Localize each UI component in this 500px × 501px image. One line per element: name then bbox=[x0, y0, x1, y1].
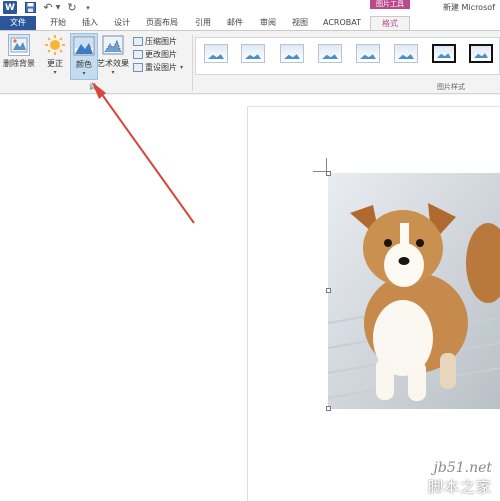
word-logo-icon[interactable]: W bbox=[3, 1, 17, 14]
picture-style-thumbnail[interactable] bbox=[280, 44, 304, 63]
remove-background-icon bbox=[8, 34, 30, 56]
reset-picture-icon bbox=[133, 63, 143, 72]
compress-pictures-label: 压缩图片 bbox=[145, 37, 177, 46]
color-button[interactable]: 颜色 ▾ bbox=[70, 33, 98, 80]
tab-references[interactable]: 引用 bbox=[189, 16, 217, 30]
change-picture-button[interactable]: 更改图片 bbox=[133, 48, 183, 61]
tab-review[interactable]: 审阅 bbox=[254, 16, 282, 30]
redo-icon[interactable]: ↻ bbox=[66, 1, 78, 14]
corrections-button[interactable]: 更正 ▾ bbox=[44, 34, 66, 76]
color-icon bbox=[73, 35, 95, 57]
tab-acrobat[interactable]: ACROBAT bbox=[319, 16, 365, 30]
tab-design[interactable]: 设计 bbox=[108, 16, 136, 30]
undo-dropdown-icon[interactable]: ▼ bbox=[55, 1, 61, 14]
corrections-dropdown-icon: ▾ bbox=[53, 69, 57, 76]
corrections-label: 更正 bbox=[47, 59, 63, 68]
tab-view[interactable]: 视图 bbox=[286, 16, 314, 30]
change-picture-icon bbox=[133, 50, 143, 59]
color-dropdown-icon: ▾ bbox=[82, 70, 86, 77]
artistic-effects-icon bbox=[102, 34, 124, 56]
tab-page-layout[interactable]: 页面布局 bbox=[141, 16, 183, 30]
tab-format[interactable]: 格式 bbox=[370, 16, 410, 31]
tab-home[interactable]: 开始 bbox=[44, 16, 72, 30]
change-picture-label: 更改图片 bbox=[145, 50, 177, 59]
document-title: 新建 Microsof bbox=[443, 3, 495, 12]
corrections-icon bbox=[44, 34, 66, 56]
save-icon[interactable] bbox=[24, 1, 36, 14]
reset-picture-dropdown-icon[interactable]: ▾ bbox=[180, 64, 183, 71]
watermark: jb51.net 脚本之家 bbox=[428, 460, 492, 497]
watermark-text: 脚本之家 bbox=[428, 478, 493, 496]
page-corner-mark bbox=[313, 171, 326, 172]
compress-pictures-icon bbox=[133, 37, 143, 46]
picture-commands: 压缩图片 更改图片 重设图片 ▾ bbox=[133, 35, 183, 74]
resize-handle[interactable] bbox=[326, 406, 331, 411]
picture-style-thumbnail[interactable] bbox=[469, 44, 493, 63]
ribbon: 删除背景 更正 ▾ 颜色 ▾ 艺术效果 ▾ 压缩图片 更改图片 重设图片 ▾ 调… bbox=[0, 30, 500, 94]
picture-style-thumbnail[interactable] bbox=[394, 44, 418, 63]
tab-file[interactable]: 文件 bbox=[0, 16, 36, 30]
artistic-effects-button[interactable]: 艺术效果 ▾ bbox=[97, 34, 129, 76]
ribbon-tab-row: 文件 开始 插入 设计 页面布局 引用 邮件 审阅 视图 ACROBAT 格式 bbox=[0, 16, 500, 31]
reset-picture-label: 重设图片 bbox=[145, 63, 177, 72]
customize-toolbar-icon[interactable]: ▾ bbox=[84, 1, 92, 14]
watermark-url: jb51.net bbox=[433, 460, 493, 476]
picture-style-thumbnail[interactable] bbox=[432, 44, 456, 63]
picture-styles-gallery bbox=[195, 37, 500, 75]
resize-handle[interactable] bbox=[326, 288, 331, 293]
picture-styles-group-label: 图片样式 bbox=[437, 83, 465, 91]
picture-style-thumbnail[interactable] bbox=[204, 44, 228, 63]
remove-background-label: 删除背景 bbox=[3, 59, 35, 68]
picture-style-thumbnail[interactable] bbox=[318, 44, 342, 63]
resize-handle[interactable] bbox=[326, 171, 331, 176]
page-left-edge bbox=[247, 106, 248, 501]
picture-style-thumbnail[interactable] bbox=[241, 44, 265, 63]
tab-mailings[interactable]: 邮件 bbox=[221, 16, 249, 30]
group-separator bbox=[192, 35, 193, 91]
color-label: 颜色 bbox=[76, 60, 92, 69]
page-top-edge bbox=[247, 106, 500, 107]
picture-style-thumbnail[interactable] bbox=[356, 44, 380, 63]
reset-picture-button[interactable]: 重设图片 ▾ bbox=[133, 61, 183, 74]
artistic-effects-dropdown-icon: ▾ bbox=[111, 69, 115, 76]
selected-picture[interactable] bbox=[328, 173, 500, 409]
page-corner-mark bbox=[326, 158, 327, 171]
tab-insert[interactable]: 插入 bbox=[76, 16, 104, 30]
remove-background-button[interactable]: 删除背景 bbox=[3, 34, 35, 69]
artistic-effects-label: 艺术效果 bbox=[97, 59, 129, 68]
undo-icon[interactable]: ↶ bbox=[42, 1, 54, 14]
picture-tools-context-label: 图片工具 bbox=[370, 0, 410, 9]
title-bar: W ↶ ▼ ↻ ▾ 图片工具 新建 Microsof bbox=[0, 0, 500, 16]
compress-pictures-button[interactable]: 压缩图片 bbox=[133, 35, 183, 48]
adjust-group-label: 调 bbox=[89, 83, 96, 91]
